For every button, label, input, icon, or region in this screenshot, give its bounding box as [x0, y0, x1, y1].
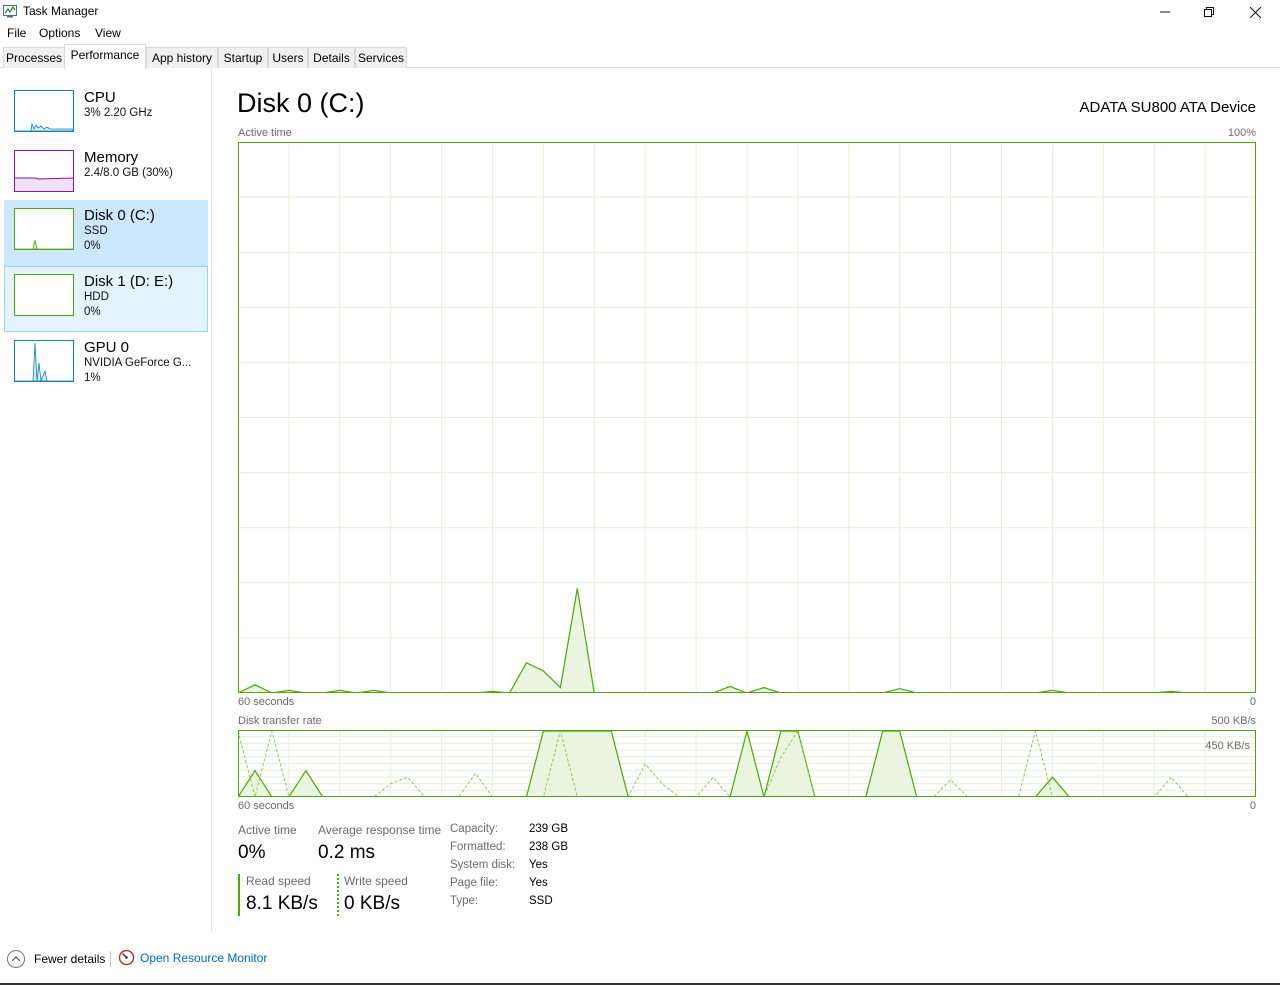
active-time-stat-value: 0%	[238, 842, 266, 863]
transfer-rate-window-label: 60 seconds	[238, 800, 295, 812]
open-resource-monitor-label: Open Resource Monitor	[140, 950, 268, 965]
sidebar-item-label: Disk 1 (D: E:)	[84, 273, 174, 290]
transfer-rate-chart: 450 KB/s	[238, 730, 1256, 797]
avg-response-label: Average response time	[318, 823, 442, 837]
tab-startup[interactable]: Startup	[218, 47, 268, 68]
active-time-max-label: 100%	[1227, 127, 1256, 139]
active-time-grid	[238, 142, 1256, 693]
fewer-details-button[interactable]: Fewer details	[6, 949, 105, 969]
sidebar-item-type: SSD	[84, 225, 108, 237]
page-title: Disk 0 (C:)	[237, 88, 365, 118]
open-resource-monitor-link[interactable]: Open Resource Monitor	[118, 949, 267, 966]
sidebar-item-usage: 0%	[84, 240, 101, 252]
write-speed-label: Write speed	[344, 874, 408, 888]
active-time-window-label: 60 seconds	[238, 696, 295, 708]
sidebar-item-gpu-0[interactable]: GPU 0 NVIDIA GeForce G... 1%	[4, 332, 208, 398]
tab-details[interactable]: Details	[308, 47, 355, 68]
restore-icon	[1204, 7, 1214, 17]
active-time-min-label: 0	[1249, 696, 1256, 708]
tab-bar: Processes Performance App history Startu…	[0, 44, 1280, 69]
sidebar-item-memory[interactable]: Memory 2.4/8.0 GB (30%)	[4, 142, 208, 208]
read-speed-label: Read speed	[246, 874, 311, 888]
close-icon	[1249, 6, 1261, 18]
sidebar-item-cpu[interactable]: CPU 3% 2.20 GHz	[4, 82, 208, 148]
tab-users[interactable]: Users	[268, 47, 308, 68]
tab-processes[interactable]: Processes	[3, 47, 65, 68]
page-file-label: Page file:	[450, 877, 498, 889]
minimize-button[interactable]	[1142, 0, 1188, 24]
window-title: Task Manager	[23, 4, 99, 18]
sidebar-item-usage: 1%	[84, 372, 101, 384]
sidebar-item-label: CPU	[84, 89, 116, 106]
system-disk-value: Yes	[529, 859, 548, 871]
type-label: Type:	[450, 895, 479, 907]
disk-1-thumbnail	[14, 274, 74, 316]
tab-services[interactable]: Services	[355, 47, 407, 68]
menu-options[interactable]: Options	[39, 26, 80, 40]
sidebar-item-disk-0[interactable]: Disk 0 (C:) SSD 0%	[4, 200, 208, 266]
close-button[interactable]	[1232, 0, 1278, 24]
transfer-rate-chart-label: Disk transfer rate	[238, 715, 322, 727]
write-speed-indicator	[337, 874, 339, 916]
formatted-value: 238 GB	[529, 841, 568, 853]
read-speed-indicator	[238, 874, 240, 916]
sidebar-item-label: Disk 0 (C:)	[84, 207, 155, 224]
write-speed-value: 0 KB/s	[344, 893, 400, 914]
disk-0-thumbnail	[14, 208, 74, 250]
device-name: ADATA SU800 ATA Device	[1079, 99, 1256, 116]
gpu-0-thumbnail	[14, 340, 74, 382]
title-bar: Task Manager	[0, 0, 1280, 24]
system-disk-label: System disk:	[450, 859, 516, 871]
capacity-value: 239 GB	[529, 823, 568, 835]
active-time-chart	[238, 142, 1256, 693]
tab-app-history[interactable]: App history	[146, 47, 218, 68]
sidebar-item-usage: 0%	[84, 306, 101, 318]
menu-file[interactable]: File	[7, 26, 26, 40]
transfer-rate-min-label: 0	[1249, 800, 1256, 812]
tab-performance[interactable]: Performance	[64, 44, 146, 69]
fewer-details-label: Fewer details	[34, 952, 106, 966]
read-speed-value: 8.1 KB/s	[246, 893, 318, 914]
minimize-icon	[1160, 11, 1170, 13]
footer-divider	[110, 951, 111, 967]
task-manager-icon	[3, 5, 17, 18]
restore-button[interactable]	[1186, 0, 1232, 24]
formatted-label: Formatted:	[450, 841, 506, 853]
transfer-rate-max-label: 500 KB/s	[1211, 715, 1256, 727]
resource-monitor-icon	[118, 949, 135, 966]
cpu-thumbnail	[14, 90, 74, 132]
page-file-value: Yes	[529, 877, 548, 889]
type-value: SSD	[529, 895, 553, 907]
sidebar: CPU 3% 2.20 GHz Memory 2.4/8.0 GB (30%) …	[0, 68, 212, 932]
menu-view[interactable]: View	[95, 26, 121, 40]
transfer-rate-mid-label: 450 KB/s	[1205, 740, 1250, 752]
sidebar-item-disk-1[interactable]: Disk 1 (D: E:) HDD 0%	[4, 266, 208, 332]
sidebar-item-detail: 3% 2.20 GHz	[84, 107, 153, 119]
memory-thumbnail	[14, 150, 74, 192]
sidebar-item-label: GPU 0	[84, 339, 130, 356]
capacity-label: Capacity:	[450, 823, 498, 835]
chevron-up-icon	[7, 950, 25, 968]
sidebar-item-label: Memory	[84, 149, 139, 166]
menu-bar: File Options View	[0, 24, 1280, 42]
footer: Fewer details Open Resource Monitor	[0, 945, 1280, 975]
sidebar-item-type: HDD	[84, 291, 109, 303]
avg-response-value: 0.2 ms	[318, 842, 376, 863]
active-time-stat-label: Active time	[238, 823, 297, 837]
active-time-chart-label: Active time	[238, 127, 292, 139]
sidebar-item-detail: 2.4/8.0 GB (30%)	[84, 167, 173, 179]
sidebar-item-detail: NVIDIA GeForce G...	[84, 357, 192, 369]
